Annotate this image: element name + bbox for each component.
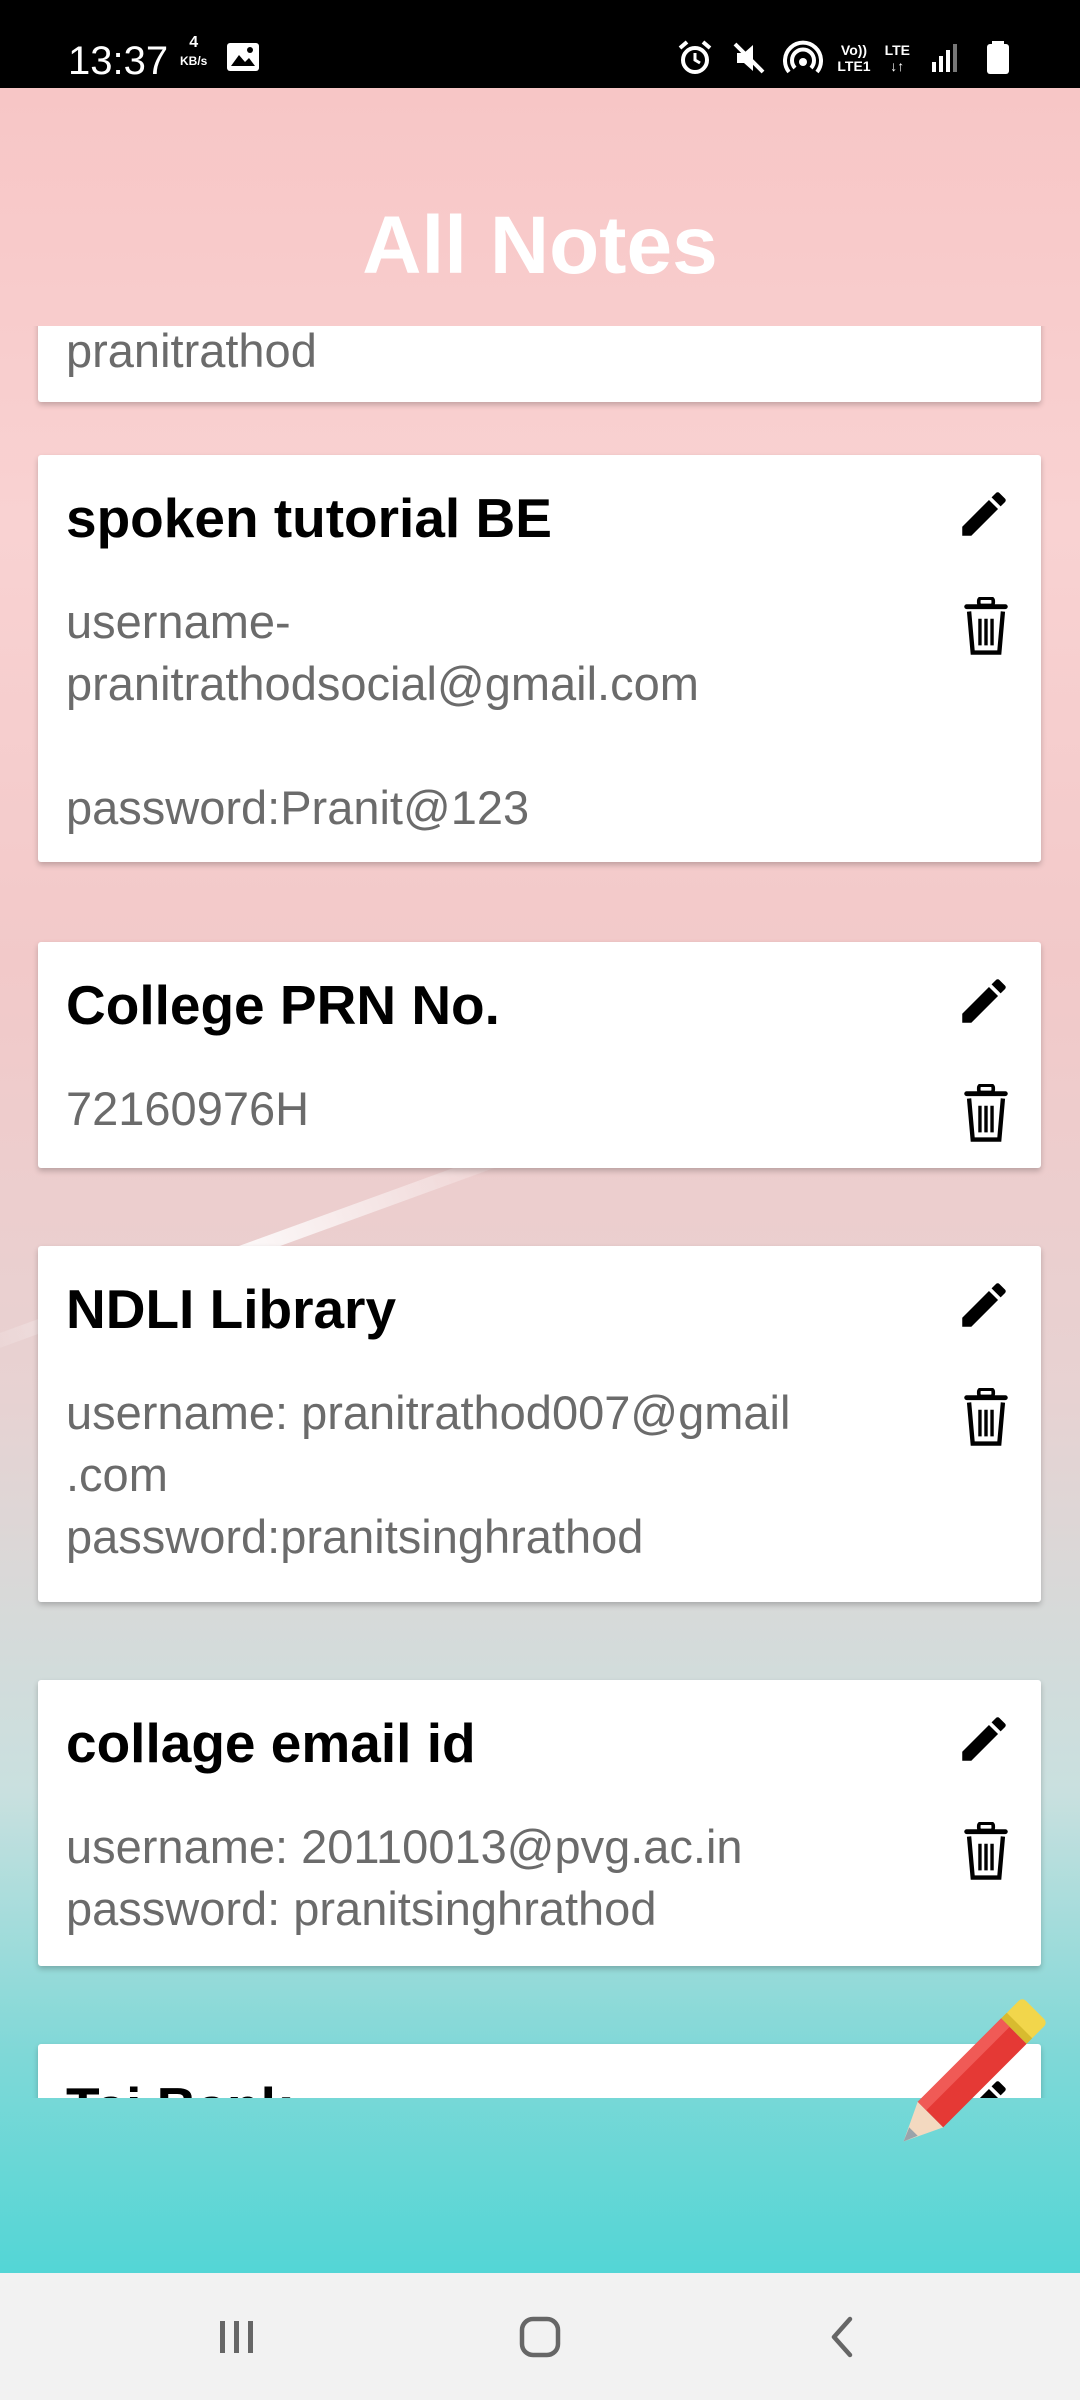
data-arrows: ↓↑	[890, 58, 905, 74]
home-icon[interactable]	[510, 2307, 570, 2367]
network-speed-unit: KB/s	[180, 54, 208, 68]
lte-indicator: LTE ↓↑	[885, 42, 910, 74]
gallery-icon	[227, 43, 259, 71]
note-body: username: pranitrathod007@gmail .com pas…	[66, 1386, 791, 1563]
delete-note-button[interactable]	[961, 1084, 1011, 1142]
hotspot-icon	[783, 40, 824, 74]
note-card[interactable]: NDLI Library username: pranitrathod007@g…	[38, 1246, 1041, 1602]
delete-note-button[interactable]	[961, 1822, 1011, 1880]
note-title: Tai Bank	[66, 2074, 291, 2098]
page-title: All Notes	[362, 200, 718, 291]
signal-icon	[932, 44, 957, 72]
note-card[interactable]: collage email id username: 20110013@pvg.…	[38, 1680, 1041, 1966]
add-note-button[interactable]	[890, 1985, 1050, 2165]
note-title: NDLI Library	[66, 1278, 397, 1340]
delete-note-button[interactable]	[961, 1388, 1011, 1446]
lte1-label: LTE1	[837, 58, 871, 74]
delete-note-button[interactable]	[961, 597, 1011, 655]
recent-apps-icon[interactable]	[207, 2307, 267, 2367]
status-time: 13:37	[68, 39, 169, 83]
note-card[interactable]: spoken tutorial BE username- pranitratho…	[38, 455, 1041, 862]
alarm-icon	[679, 40, 712, 74]
network-speed-value: 4	[189, 34, 199, 51]
note-title: spoken tutorial BE	[66, 487, 552, 549]
notes-list[interactable]: pranitrathod spoken tutorial BE username…	[0, 326, 1080, 2098]
volte-lte1-indicator: Vo)) LTE1	[837, 42, 870, 74]
note-title: collage email id	[66, 1712, 476, 1774]
edit-note-button[interactable]	[955, 972, 1013, 1030]
note-card[interactable]: College PRN No. 72160976H	[38, 942, 1041, 1168]
volte-label: Vo))	[840, 42, 868, 58]
note-body: 72160976H	[66, 1082, 310, 1135]
status-bar: 13:37 4 KB/s Vo)) LTE1 LTE ↓↑	[0, 0, 1080, 88]
note-body: pranitrathod	[66, 326, 317, 377]
note-body: username- pranitrathodsocial@gmail.com p…	[66, 595, 699, 834]
note-title: College PRN No.	[66, 974, 500, 1036]
status-icons: Vo)) LTE1 LTE ↓↑	[675, 38, 1018, 78]
note-body: username: 20110013@pvg.ac.in password: p…	[66, 1820, 743, 1935]
lte-label: LTE	[884, 42, 910, 58]
back-icon[interactable]	[812, 2307, 872, 2367]
edit-note-button[interactable]	[955, 485, 1013, 543]
battery-icon	[987, 41, 1009, 74]
note-card[interactable]: pranitrathod	[38, 326, 1041, 402]
edit-note-button[interactable]	[955, 1276, 1013, 1334]
edit-note-button[interactable]	[955, 1710, 1013, 1768]
system-nav-bar	[0, 2273, 1080, 2400]
network-speed: 4 KB/s	[180, 34, 207, 70]
mute-icon	[733, 42, 765, 74]
